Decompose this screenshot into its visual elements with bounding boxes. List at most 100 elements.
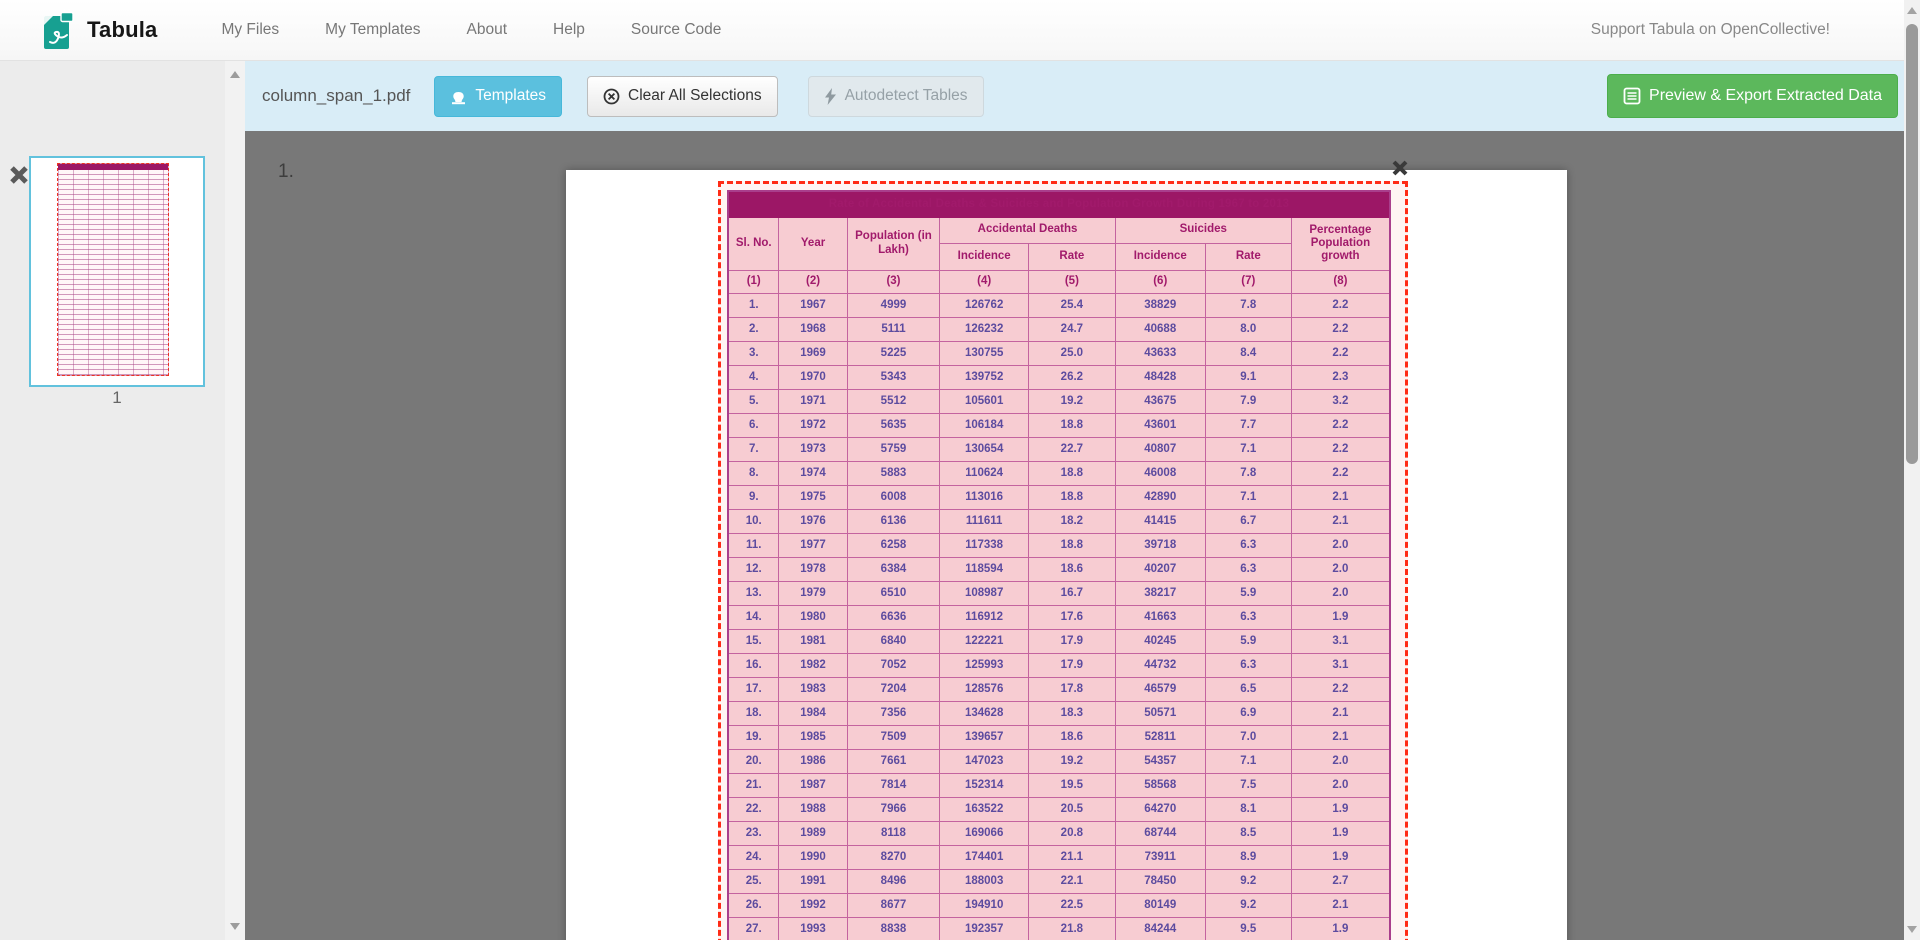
column-number: (7) xyxy=(1205,270,1291,293)
table-cell: 1985 xyxy=(779,725,847,749)
table-cell: 7.1 xyxy=(1205,749,1291,773)
remove-selection-icon[interactable] xyxy=(1390,158,1410,178)
scrollbar-thumb[interactable] xyxy=(1906,24,1918,464)
table-cell: 38829 xyxy=(1115,293,1205,317)
open-filename: column_span_1.pdf xyxy=(262,86,410,106)
table-cell: 42890 xyxy=(1115,485,1205,509)
table-cell: 1. xyxy=(728,293,779,317)
sidebar-scrollbar[interactable] xyxy=(225,61,245,940)
page-thumbnail[interactable] xyxy=(29,156,205,387)
table-cell: 6840 xyxy=(847,629,940,653)
table-cell: 2. xyxy=(728,317,779,341)
table-row: 21.1987781415231419.5585687.52.0 xyxy=(728,773,1390,797)
pdf-page[interactable]: Rate of Accidental Deaths & Suicides and… xyxy=(566,170,1567,940)
table-cell: 7356 xyxy=(847,701,940,725)
column-header-percentage-growth: Percentage Population growth xyxy=(1291,217,1390,270)
table-cell: 1976 xyxy=(779,509,847,533)
table-cell: 2.1 xyxy=(1291,701,1390,725)
table-cell: 7.9 xyxy=(1205,389,1291,413)
table-cell: 41663 xyxy=(1115,605,1205,629)
column-header-incidence: Incidence xyxy=(1115,243,1205,270)
brand-home-link[interactable]: Tabula xyxy=(42,9,157,51)
table-cell: 8118 xyxy=(847,821,940,845)
table-cell: 134628 xyxy=(940,701,1029,725)
scroll-up-icon[interactable] xyxy=(1907,7,1917,14)
scroll-up-icon[interactable] xyxy=(230,71,240,78)
table-cell: 8838 xyxy=(847,917,940,940)
table-row: 14.1980663611691217.6416636.31.9 xyxy=(728,605,1390,629)
table-cell: 2.0 xyxy=(1291,581,1390,605)
table-cell: 20.5 xyxy=(1029,797,1116,821)
table-cell: 8.4 xyxy=(1205,341,1291,365)
brand-name: Tabula xyxy=(87,17,157,43)
table-row: 6.1972563510618418.8436017.72.2 xyxy=(728,413,1390,437)
table-cell: 125993 xyxy=(940,653,1029,677)
table-cell: 40245 xyxy=(1115,629,1205,653)
table-cell: 1991 xyxy=(779,869,847,893)
nav-item-source-code[interactable]: Source Code xyxy=(631,21,721,39)
table-cell: 4. xyxy=(728,365,779,389)
table-cell: 54357 xyxy=(1115,749,1205,773)
table-cell: 110624 xyxy=(940,461,1029,485)
table-cell: 13. xyxy=(728,581,779,605)
table-cell: 22. xyxy=(728,797,779,821)
table-cell: 2.2 xyxy=(1291,461,1390,485)
table-cell: 8.9 xyxy=(1205,845,1291,869)
table-cell: 18.8 xyxy=(1029,533,1116,557)
clear-all-selections-button[interactable]: Clear All Selections xyxy=(587,76,778,117)
table-cell: 3.1 xyxy=(1291,653,1390,677)
table-cell: 6.3 xyxy=(1205,653,1291,677)
scroll-down-icon[interactable] xyxy=(1907,926,1917,933)
table-cell: 1977 xyxy=(779,533,847,557)
table-cell: 1989 xyxy=(779,821,847,845)
table-cell: 7052 xyxy=(847,653,940,677)
table-cell: 1972 xyxy=(779,413,847,437)
table-cell: 18.8 xyxy=(1029,461,1116,485)
table-row: 22.1988796616352220.5642708.11.9 xyxy=(728,797,1390,821)
table-cell: 7.8 xyxy=(1205,293,1291,317)
table-cell: 2.1 xyxy=(1291,485,1390,509)
preview-export-button[interactable]: Preview & Export Extracted Data xyxy=(1607,74,1898,118)
remove-page-icon[interactable] xyxy=(8,164,30,186)
scroll-down-icon[interactable] xyxy=(230,923,240,930)
table-cell: 7. xyxy=(728,437,779,461)
table-cell: 64270 xyxy=(1115,797,1205,821)
table-cell: 16.7 xyxy=(1029,581,1116,605)
table-cell: 113016 xyxy=(940,485,1029,509)
table-row: 10.1976613611161118.2414156.72.1 xyxy=(728,509,1390,533)
table-cell: 39718 xyxy=(1115,533,1205,557)
table-cell: 6.5 xyxy=(1205,677,1291,701)
table-cell: 40207 xyxy=(1115,557,1205,581)
table-selection-region[interactable]: Rate of Accidental Deaths & Suicides and… xyxy=(718,181,1408,940)
table-cell: 46008 xyxy=(1115,461,1205,485)
table-cell: 7.8 xyxy=(1205,461,1291,485)
autodetect-tables-label: Autodetect Tables xyxy=(845,87,968,105)
support-opencollective-link[interactable]: Support Tabula on OpenCollective! xyxy=(1591,21,1830,39)
table-cell: 116912 xyxy=(940,605,1029,629)
table-cell: 9.1 xyxy=(1205,365,1291,389)
table-cell: 14. xyxy=(728,605,779,629)
table-cell: 2.2 xyxy=(1291,317,1390,341)
table-cell: 9. xyxy=(728,485,779,509)
table-cell: 1981 xyxy=(779,629,847,653)
nav-item-my-files[interactable]: My Files xyxy=(221,21,279,39)
table-cell: 6008 xyxy=(847,485,940,509)
table-cell: 17.6 xyxy=(1029,605,1116,629)
table-row: 7.1973575913065422.7408077.12.2 xyxy=(728,437,1390,461)
table-cell: 22.5 xyxy=(1029,893,1116,917)
table-row: 16.1982705212599317.9447326.33.1 xyxy=(728,653,1390,677)
table-cell: 3.1 xyxy=(1291,629,1390,653)
table-cell: 2.2 xyxy=(1291,437,1390,461)
table-cell: 50571 xyxy=(1115,701,1205,725)
page-scrollbar[interactable] xyxy=(1904,0,1920,940)
autodetect-tables-button[interactable]: Autodetect Tables xyxy=(808,76,984,117)
nav-item-help[interactable]: Help xyxy=(553,21,585,39)
templates-button[interactable]: Templates xyxy=(434,76,562,117)
table-cell: 169066 xyxy=(940,821,1029,845)
table-cell: 126232 xyxy=(940,317,1029,341)
column-number: (1) xyxy=(728,270,779,293)
nav-item-about[interactable]: About xyxy=(467,21,508,39)
column-header-year: Year xyxy=(779,217,847,270)
table-cell: 6.7 xyxy=(1205,509,1291,533)
nav-item-my-templates[interactable]: My Templates xyxy=(325,21,420,39)
